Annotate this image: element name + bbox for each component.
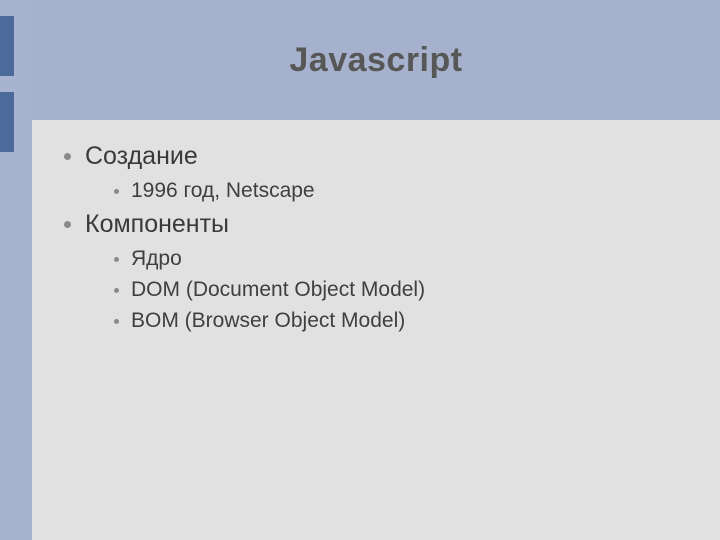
bullet-icon: [114, 319, 119, 324]
sidebar-tab: [0, 92, 14, 152]
bullet-icon: [114, 288, 119, 293]
list-item-label: Компоненты: [85, 210, 229, 239]
list-subitem: DOM (Document Object Model): [114, 278, 700, 302]
list-subitem-label: DOM (Document Object Model): [131, 278, 425, 302]
bullet-icon: [114, 257, 119, 262]
list-subitem: 1996 год, Netscape: [114, 179, 700, 203]
sidebar-tab: [0, 16, 14, 76]
list-item: Создание: [60, 142, 700, 171]
list-subitem-label: 1996 год, Netscape: [131, 179, 315, 203]
list-subitem-label: BOM (Browser Object Model): [131, 309, 405, 333]
page-title: Javascript: [289, 41, 462, 80]
list-subitem: Ядро: [114, 247, 700, 271]
list-subitem: BOM (Browser Object Model): [114, 309, 700, 333]
bullet-icon: [64, 153, 71, 160]
list-item: Компоненты: [60, 210, 700, 239]
list-subitem-label: Ядро: [131, 247, 182, 271]
bullet-icon: [64, 221, 71, 228]
title-band: Javascript: [32, 0, 720, 120]
list-item-label: Создание: [85, 142, 198, 171]
sidebar-accent: [0, 0, 32, 540]
content-area: Создание 1996 год, Netscape Компоненты Я…: [32, 120, 720, 540]
bullet-icon: [114, 189, 119, 194]
